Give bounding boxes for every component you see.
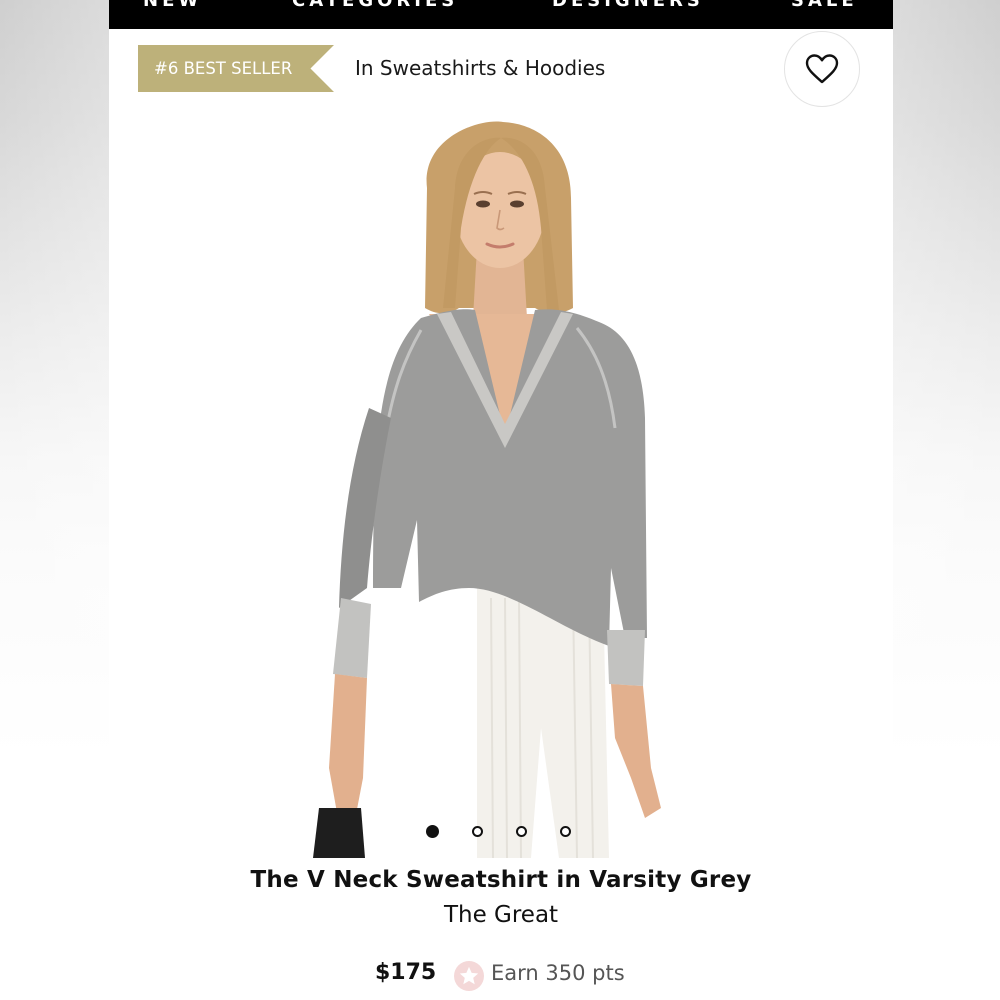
backdrop-left [0, 0, 109, 1000]
nav-item-categories[interactable]: CATEGORIES [292, 0, 458, 13]
product-price: $175 [375, 960, 437, 985]
best-seller-category[interactable]: In Sweatshirts & Hoodies [355, 52, 605, 84]
carousel-dot-3[interactable] [516, 826, 527, 837]
wishlist-button[interactable] [784, 31, 860, 107]
reward-points-label: Earn 350 pts [491, 961, 625, 985]
brand-link[interactable]: The Great [109, 902, 893, 928]
heart-icon [805, 54, 839, 84]
best-seller-label: #6 BEST SELLER [154, 59, 293, 78]
nav-item-sale[interactable]: SALE [791, 0, 858, 13]
carousel-dot-2[interactable] [472, 826, 483, 837]
product-image[interactable] [309, 118, 689, 858]
backdrop-right [891, 0, 1000, 1000]
top-navigation: NEW CATEGORIES DESIGNERS SALE [109, 0, 893, 29]
product-title: The V Neck Sweatshirt in Varsity Grey [250, 867, 752, 893]
carousel-dot-1[interactable] [426, 825, 439, 838]
nav-item-designers[interactable]: DESIGNERS [552, 0, 704, 13]
nav-item-new[interactable]: NEW [143, 0, 202, 13]
product-page: NEW CATEGORIES DESIGNERS SALE #6 BEST SE… [109, 0, 893, 1000]
carousel-dot-4[interactable] [560, 826, 571, 837]
star-icon [454, 961, 484, 991]
best-seller-badge: #6 BEST SELLER [138, 45, 334, 92]
